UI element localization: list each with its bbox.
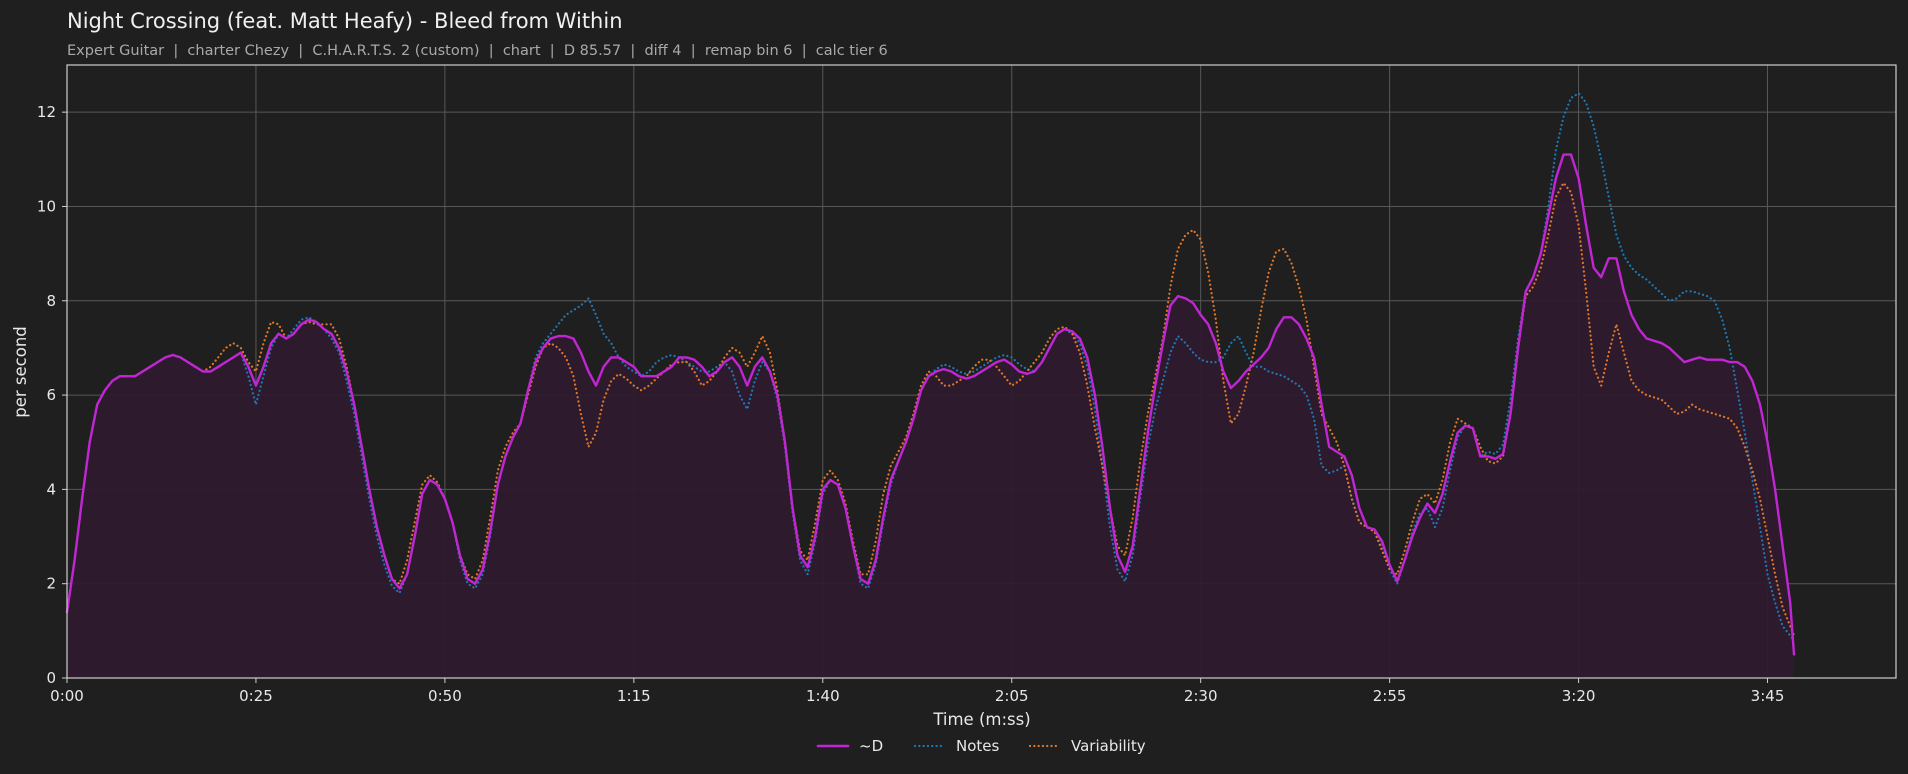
chart-title: Night Crossing (feat. Matt Heafy) - Blee…	[67, 9, 623, 33]
chart-subtitle: Expert Guitar | charter Chezy | C.H.A.R.…	[67, 43, 888, 59]
x-tick-label: 3:45	[1751, 687, 1785, 705]
y-tick-label: 4	[46, 480, 56, 498]
x-tick-label: 2:30	[1184, 687, 1218, 705]
y-axis-ticks: 0 2 4 6 8 10 12	[37, 103, 67, 687]
legend-item-variability-label: Variability	[1071, 737, 1146, 755]
chart-figure: Night Crossing (feat. Matt Heafy) - Blee…	[11, 9, 1897, 755]
legend: ~D Notes Variability	[816, 737, 1146, 755]
legend-item-notes-label: Notes	[956, 737, 1000, 755]
y-tick-label: 0	[46, 669, 56, 687]
y-tick-label: 10	[37, 197, 56, 215]
x-tick-label: 0:25	[239, 687, 273, 705]
x-tick-label: 1:15	[617, 687, 651, 705]
x-tick-label: 2:55	[1373, 687, 1407, 705]
x-axis-label: Time (m:ss)	[932, 710, 1030, 729]
y-tick-label: 6	[46, 386, 56, 404]
y-tick-label: 8	[46, 292, 56, 310]
y-axis-label: per second	[11, 326, 30, 418]
x-tick-label: 1:40	[806, 687, 840, 705]
x-tick-label: 0:00	[50, 687, 84, 705]
x-axis-ticks: 0:00 0:25 0:50 1:15 1:40 2:05 2:30 2:55 3:20 3:45	[50, 678, 1784, 705]
y-tick-label: 2	[46, 575, 56, 593]
x-tick-label: 0:50	[428, 687, 462, 705]
x-tick-label: 2:05	[995, 687, 1029, 705]
x-tick-label: 3:20	[1562, 687, 1596, 705]
y-tick-label: 12	[37, 103, 56, 121]
legend-item-d-label: ~D	[859, 737, 883, 755]
